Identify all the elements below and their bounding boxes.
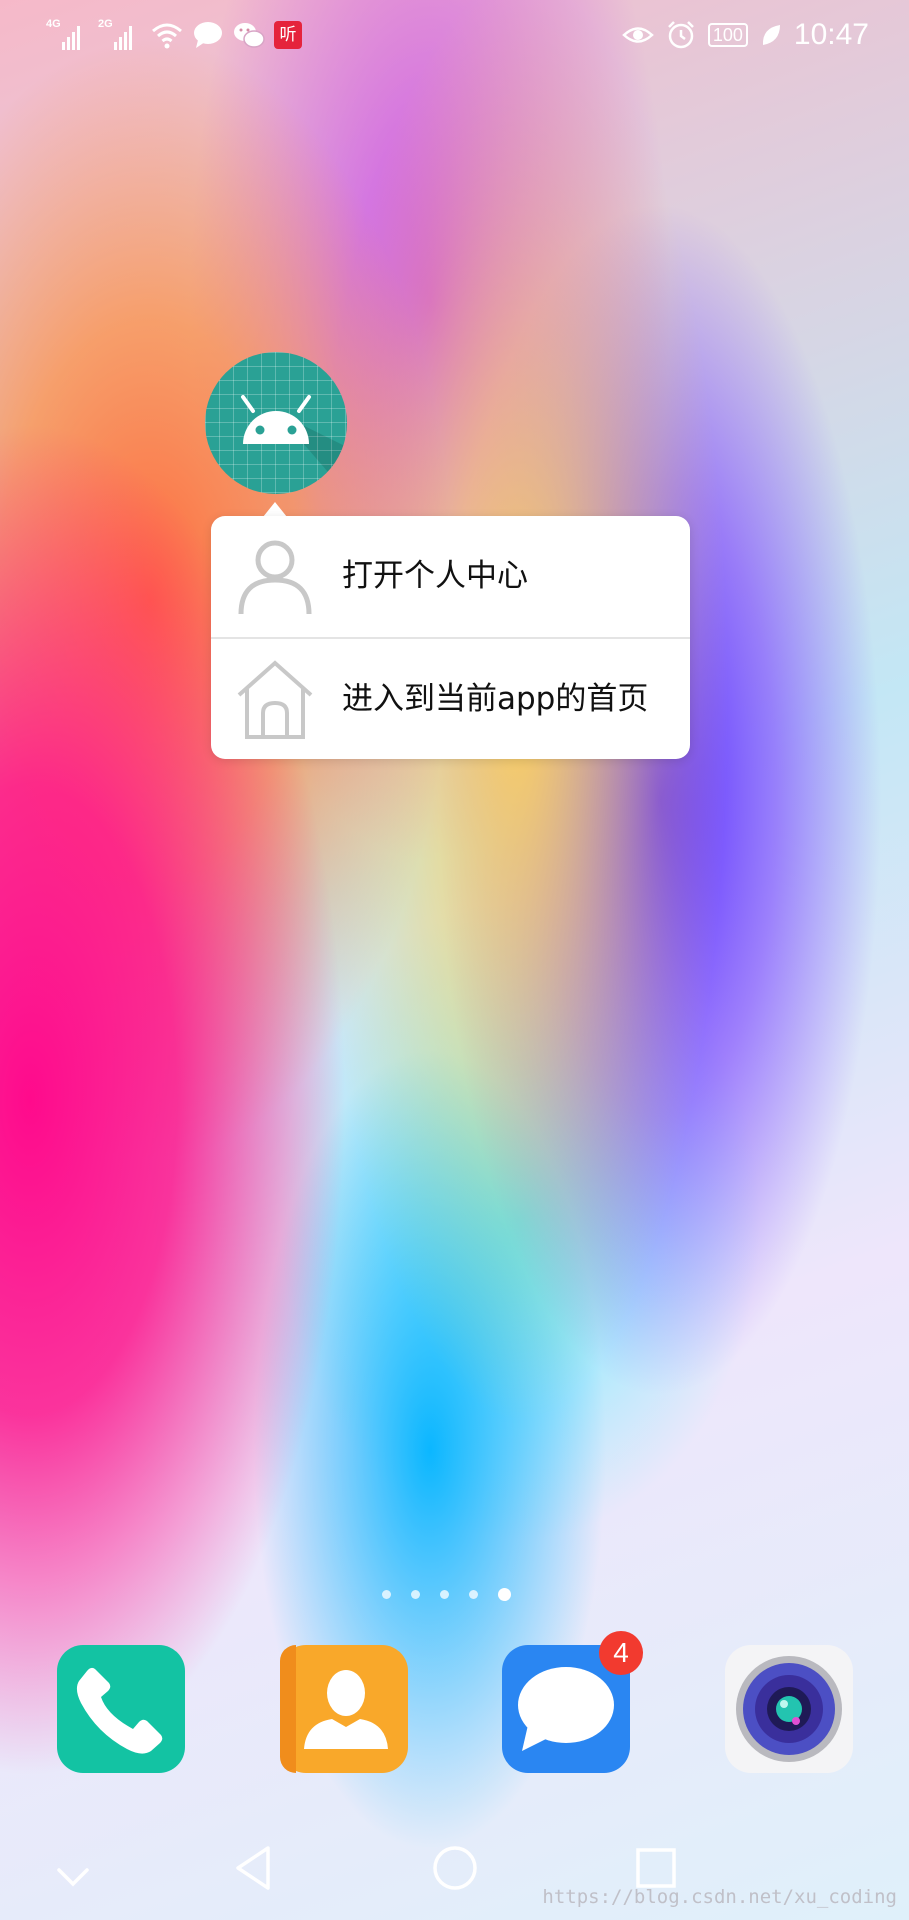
page-dot[interactable] bbox=[440, 1590, 449, 1599]
person-icon bbox=[238, 540, 312, 615]
wifi-icon bbox=[152, 23, 182, 49]
clock-time: 10:47 bbox=[793, 18, 869, 51]
status-left: 4G 2G 听 bbox=[46, 18, 302, 52]
camera-app-icon[interactable] bbox=[725, 1645, 853, 1773]
android-app-icon[interactable] bbox=[205, 352, 347, 494]
page-indicator bbox=[382, 1588, 511, 1601]
phone-app-icon[interactable] bbox=[57, 1645, 185, 1773]
menu-item-label: 打开个人中心 bbox=[342, 558, 528, 594]
phone-handset-icon bbox=[76, 1667, 163, 1754]
home-button-icon[interactable] bbox=[431, 1844, 479, 1892]
eye-comfort-icon bbox=[622, 27, 654, 43]
hide-nav-chevron-down-icon[interactable] bbox=[56, 1866, 90, 1888]
home-icon bbox=[237, 660, 313, 739]
unread-count-badge: 4 bbox=[599, 1631, 643, 1675]
shortcut-open-personal-center[interactable]: 打开个人中心 bbox=[211, 516, 690, 637]
cellular-signal-1-icon: 4G bbox=[46, 18, 90, 52]
message-notification-icon bbox=[194, 22, 222, 48]
signal-2-label: 2G bbox=[98, 18, 113, 30]
popup-pointer bbox=[263, 502, 287, 517]
status-bar: 4G 2G 听 100 10:47 bbox=[0, 0, 909, 76]
alarm-icon bbox=[667, 21, 694, 49]
wechat-icon bbox=[234, 23, 265, 48]
menu-item-label: 进入到当前app的首页 bbox=[342, 681, 649, 717]
power-saving-leaf-icon bbox=[762, 25, 780, 45]
cellular-signal-2-icon: 2G bbox=[98, 18, 142, 52]
ting-app-icon: 听 bbox=[274, 21, 302, 49]
watermark: https://blog.csdn.net/xu_coding bbox=[542, 1886, 897, 1908]
page-dot[interactable] bbox=[382, 1590, 391, 1599]
recents-button-icon[interactable] bbox=[634, 1846, 678, 1890]
battery-indicator: 100 bbox=[707, 23, 748, 47]
back-button-icon[interactable] bbox=[231, 1844, 275, 1892]
status-right: 100 10:47 bbox=[622, 18, 869, 52]
contacts-app-icon[interactable] bbox=[280, 1645, 408, 1773]
app-shortcut-menu: 打开个人中心 进入到当前app的首页 bbox=[211, 516, 690, 759]
shortcut-open-app-home[interactable]: 进入到当前app的首页 bbox=[211, 639, 690, 760]
signal-1-label: 4G bbox=[46, 18, 61, 30]
page-dot-active[interactable] bbox=[498, 1588, 511, 1601]
page-dot[interactable] bbox=[469, 1590, 478, 1599]
page-dot[interactable] bbox=[411, 1590, 420, 1599]
contact-person-icon bbox=[304, 1670, 388, 1749]
android-robot-icon bbox=[241, 395, 347, 494]
camera-lens-icon bbox=[736, 1656, 842, 1762]
